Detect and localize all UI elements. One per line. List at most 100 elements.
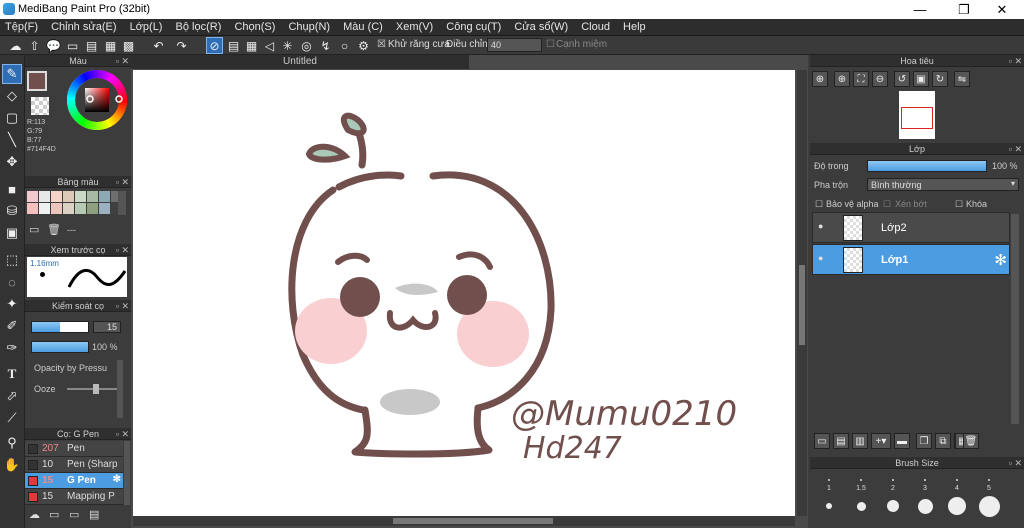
menu-edit[interactable]: Chỉnh sửa(E) [46, 19, 121, 36]
brush-control-scrollbar[interactable] [117, 360, 123, 418]
adjust-value-field[interactable]: 40 [487, 38, 542, 52]
palette-swatch[interactable] [51, 191, 62, 202]
brush-size-slider[interactable] [31, 321, 89, 333]
palette-swatch[interactable] [39, 203, 50, 214]
folder-icon[interactable]: ▬ [894, 433, 910, 449]
edge-checkbox[interactable]: ☐ [546, 39, 555, 50]
snap-off-icon[interactable]: ⊘ [206, 37, 223, 54]
zoom-in-alt-icon[interactable]: ⊕ [834, 71, 850, 87]
canvas-tab[interactable]: Untitled [131, 55, 469, 69]
layer-row[interactable]: ● Lớp1 ✻ [812, 244, 1010, 275]
new-halftone-layer-icon[interactable]: ▤ [833, 433, 849, 449]
parallel-snap-icon[interactable]: ▤ [225, 37, 242, 54]
menu-tools[interactable]: Công cụ(T) [441, 19, 506, 36]
palette-scrollbar[interactable] [118, 191, 126, 215]
actual-size-icon[interactable]: ▣ [913, 71, 929, 87]
panel-close-icon[interactable]: ▫ ✕ [1009, 457, 1022, 469]
delete-palette-icon[interactable]: 🗑 [47, 223, 61, 236]
protect-alpha-checkbox[interactable]: ☐ [815, 199, 823, 210]
merge-layer-icon[interactable]: ⧉ [935, 433, 951, 449]
select-rect-tool-icon[interactable]: ⬚ [2, 250, 22, 270]
brush-list-item[interactable]: 15 Mapping P [25, 489, 123, 505]
menu-layer[interactable]: Lớp(L) [125, 19, 168, 36]
palette-swatch[interactable] [75, 191, 86, 202]
color-wheel[interactable] [67, 70, 127, 130]
menu-select[interactable]: Chọn(S) [229, 19, 280, 36]
cloud-brush-icon[interactable]: ☁ [29, 508, 40, 521]
close-button[interactable]: ✕ [987, 0, 1017, 19]
palette-swatch[interactable] [87, 191, 98, 202]
rectangle-tool-icon[interactable]: ▢ [2, 108, 22, 128]
operation-tool-icon[interactable]: ⬀ [2, 386, 22, 406]
menu-cloud[interactable]: Cloud [576, 19, 615, 36]
ooze-slider-thumb[interactable] [93, 384, 99, 394]
drawing-canvas[interactable]: @Mumu0210 Hd247 [133, 70, 795, 516]
hand-tool-icon[interactable]: ✋ [2, 455, 22, 475]
panel-close-icon[interactable]: ▫ ✕ [1009, 143, 1022, 155]
move-tool-icon[interactable]: ✥ [2, 152, 22, 172]
palette-swatch[interactable] [39, 191, 50, 202]
panel-close-icon[interactable]: ▫ ✕ [116, 244, 129, 256]
brush-settings-icon[interactable]: ▭ [69, 508, 79, 521]
radial-snap-icon[interactable]: ✳ [279, 37, 296, 54]
ooze-slider-track[interactable] [67, 388, 117, 390]
gear-icon[interactable]: ✻ [113, 474, 121, 485]
cloud-icon[interactable]: ☁ [7, 37, 24, 54]
fill-rect-tool-icon[interactable]: ■ [2, 179, 22, 199]
brush-size-option[interactable]: 1 [816, 473, 842, 509]
duplicate-layer-icon[interactable]: ❐ [916, 433, 932, 449]
eyedropper-tool-icon[interactable]: ⚲ [2, 433, 22, 453]
fit-icon[interactable]: ⛶ [853, 71, 869, 87]
brush-size-option[interactable]: 5 [976, 473, 1002, 517]
gradient-tool-icon[interactable]: ▣ [2, 223, 22, 243]
panel-close-icon[interactable]: ▫ ✕ [116, 176, 129, 188]
brush-list-scrollbar[interactable] [124, 441, 130, 505]
palette-swatch[interactable] [87, 203, 98, 214]
brush-size-option[interactable]: 4 [944, 473, 970, 515]
magic-wand-tool-icon[interactable]: ✦ [2, 294, 22, 314]
palette-swatch[interactable] [99, 191, 110, 202]
menu-filter[interactable]: Bộ lọc(R) [171, 19, 227, 36]
brush-size-value[interactable]: 15 [93, 321, 121, 333]
minimize-button[interactable]: — [905, 0, 935, 19]
brush-size-option[interactable]: 2 [880, 473, 906, 512]
brush-list-item[interactable]: 15 G Pen ✻ [25, 473, 123, 489]
navigator-viewport[interactable] [901, 107, 933, 129]
comment-icon[interactable]: 💬 [45, 37, 62, 54]
new-layer-icon[interactable]: ▭ [814, 433, 830, 449]
maximize-button[interactable]: ❐ [949, 0, 979, 19]
transparent-color-swatch[interactable] [31, 97, 49, 115]
bucket-tool-icon[interactable]: ⛁ [2, 201, 22, 221]
menu-help[interactable]: Help [618, 19, 651, 36]
document-icon[interactable]: ▤ [83, 37, 100, 54]
grid-view-icon[interactable]: ▩ [120, 37, 137, 54]
grid-snap-icon[interactable]: ▦ [243, 37, 260, 54]
menu-snap[interactable]: Chụp(N) [283, 19, 335, 36]
upload-icon[interactable]: ⇧ [26, 37, 43, 54]
horizontal-scroll-thumb[interactable] [393, 518, 553, 524]
antialias-checkbox[interactable]: ☒ [377, 39, 386, 50]
palette-swatch[interactable] [27, 191, 38, 202]
palette-swatch[interactable] [63, 191, 74, 202]
select-pen-tool-icon[interactable]: ✐ [2, 316, 22, 336]
panel-close-icon[interactable]: ▫ ✕ [116, 428, 129, 440]
visibility-eye-icon[interactable]: ● [818, 221, 823, 231]
layer-settings-icon[interactable]: ✻ [994, 251, 1007, 269]
primary-color-swatch[interactable] [27, 71, 47, 91]
brush-size-option[interactable]: 1.5 [848, 473, 874, 511]
delete-layer-icon[interactable]: 🗑 [963, 433, 979, 449]
brush-list-item[interactable]: 10 Pen (Sharp [25, 457, 123, 473]
horizontal-scrollbar[interactable] [133, 516, 795, 526]
perspective-snap-icon[interactable]: ◁ [261, 37, 278, 54]
menu-view[interactable]: Xem(V) [391, 19, 438, 36]
lock-checkbox[interactable]: ☐ [955, 199, 963, 210]
palette-swatch[interactable] [27, 203, 38, 214]
palette-swatch[interactable] [51, 203, 62, 214]
new-palette-icon[interactable]: ▭ [29, 223, 39, 236]
new-8bit-layer-icon[interactable]: ▥ [852, 433, 868, 449]
eraser-tool-icon[interactable]: ◇ [2, 86, 22, 106]
palette-swatch[interactable] [99, 203, 110, 214]
rotate-right-icon[interactable]: ↻ [932, 71, 948, 87]
palette-swatch[interactable] [63, 203, 74, 214]
page-icon[interactable]: ▦ [102, 37, 119, 54]
